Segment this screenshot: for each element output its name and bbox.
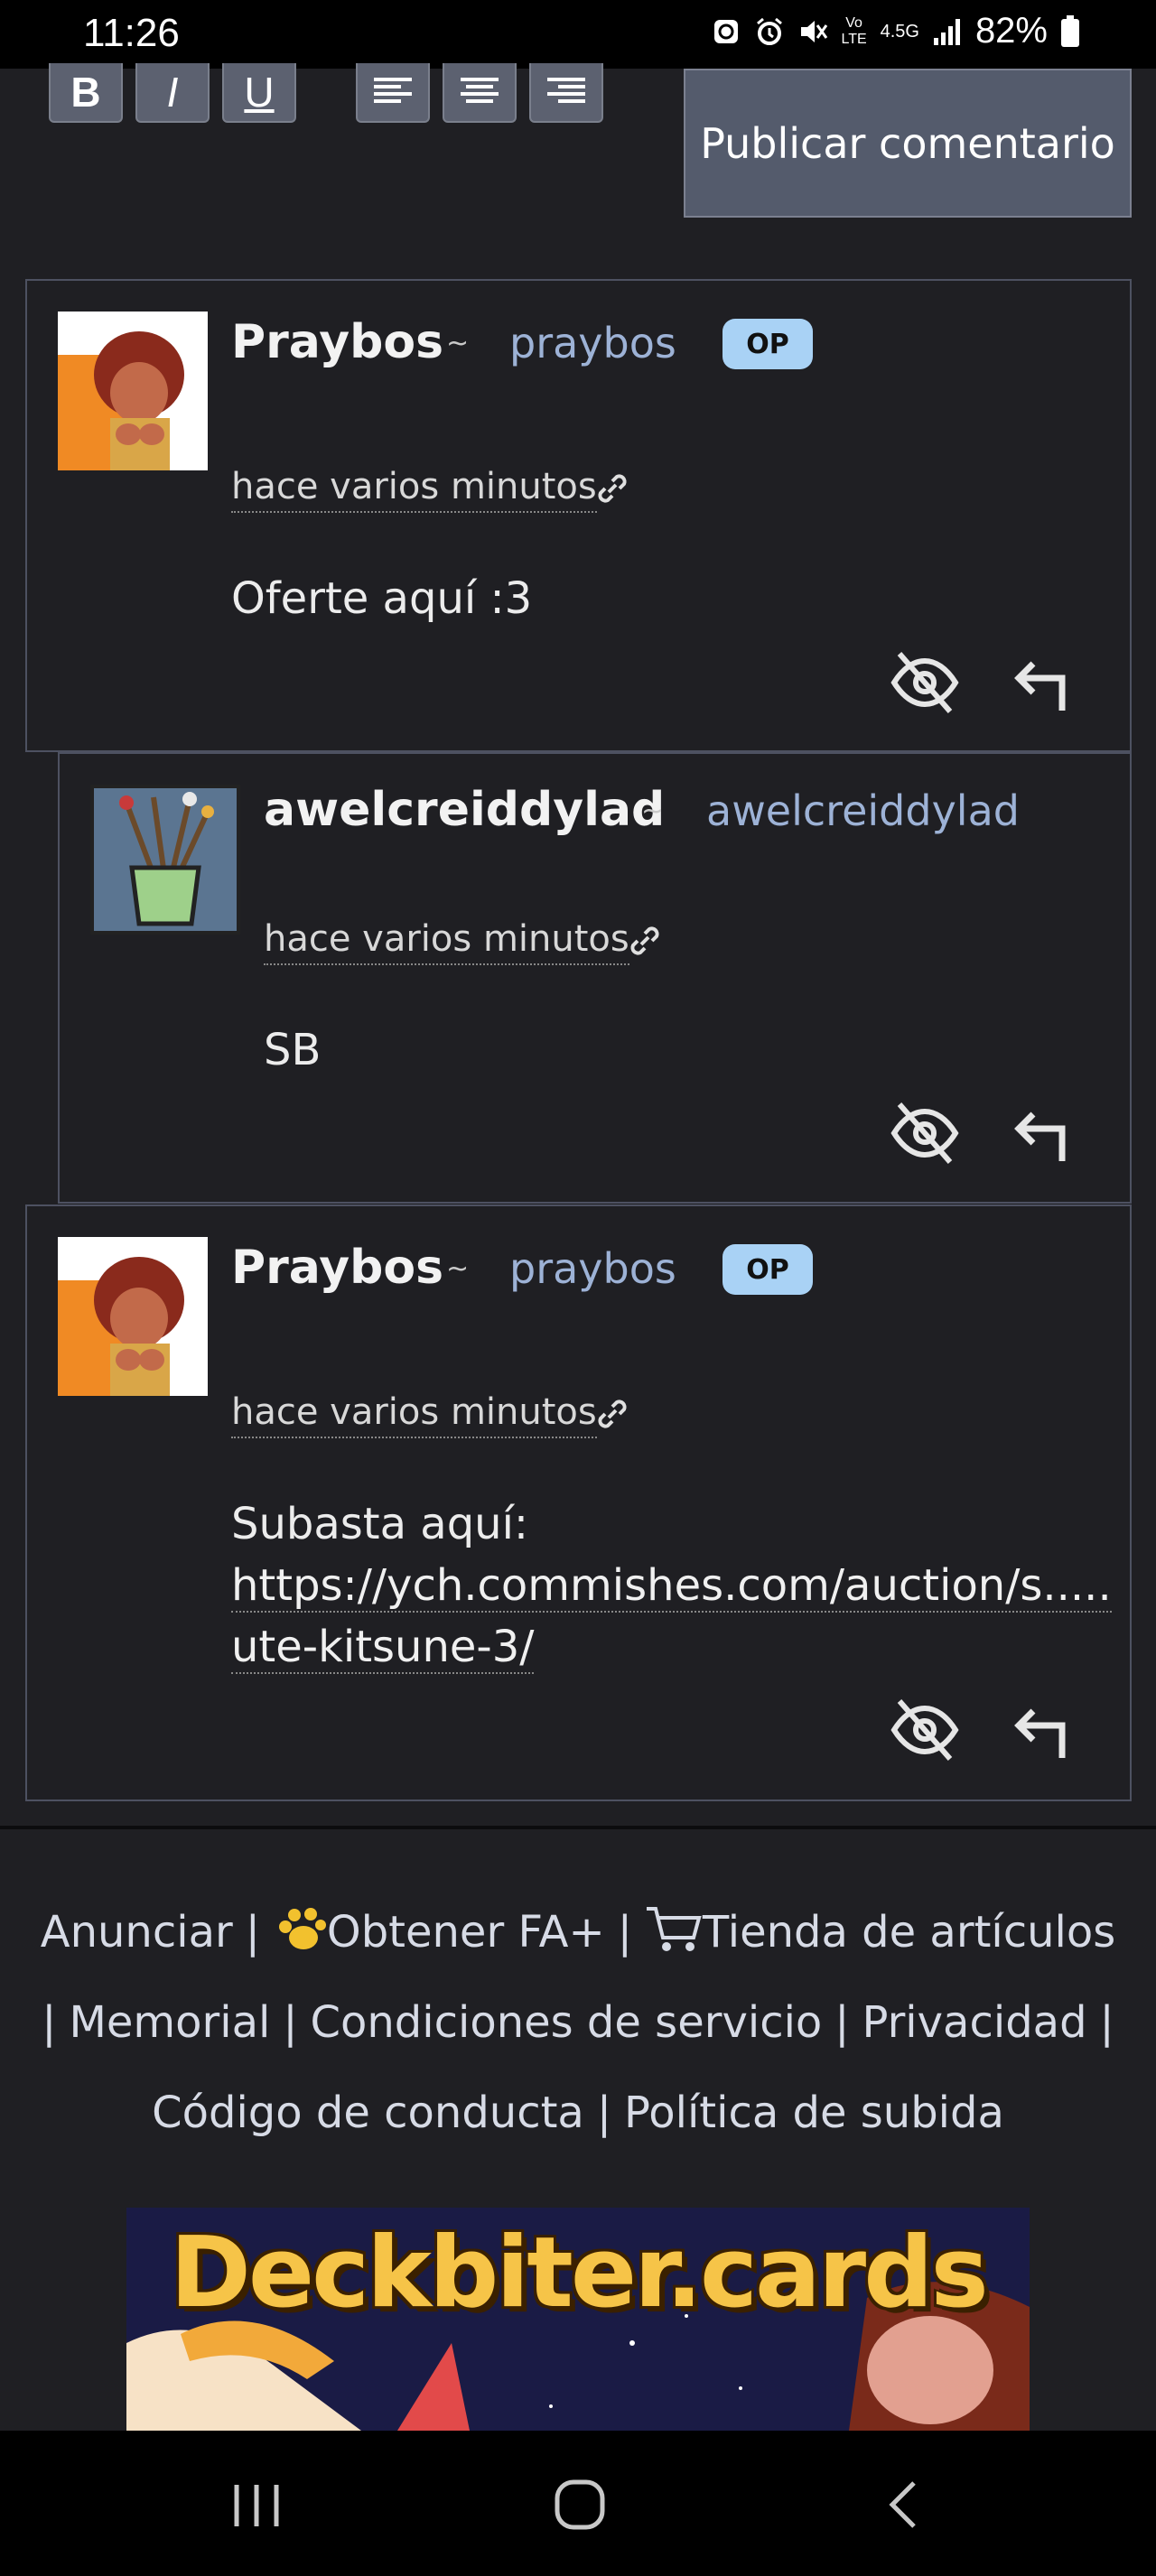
link-separator: | bbox=[834, 1997, 850, 2048]
comment-card: Praybos ~ praybos OP hace varios minutos… bbox=[25, 279, 1132, 752]
terms-link[interactable]: Condiciones de servicio bbox=[311, 1997, 823, 2048]
upload-policy-link[interactable]: Política de subida bbox=[624, 2088, 1004, 2138]
comment-body: SB bbox=[264, 1025, 322, 1075]
tilde-separator: ~ bbox=[446, 1253, 470, 1285]
avatar[interactable] bbox=[58, 1237, 208, 1396]
clock: 11:26 bbox=[83, 11, 180, 55]
align-center-button[interactable] bbox=[443, 63, 517, 123]
op-badge: OP bbox=[722, 1244, 813, 1295]
shop-link[interactable]: Tienda de artículos bbox=[703, 1907, 1115, 1958]
tilde-separator: ~ bbox=[641, 795, 665, 827]
comment-body: Subasta aquí: https://ych.commishes.com/… bbox=[231, 1493, 1116, 1678]
hide-comment-icon[interactable] bbox=[889, 1694, 961, 1766]
battery-icon bbox=[1061, 14, 1079, 47]
comment-timestamp[interactable]: hace varios minutos bbox=[231, 466, 597, 513]
permalink-icon[interactable] bbox=[592, 469, 632, 508]
banner-title: Deckbiter.cards bbox=[170, 2217, 989, 2330]
auction-link[interactable]: https://ych.commishes.com/auction/s..... bbox=[231, 1560, 1112, 1613]
recent-apps-icon[interactable] bbox=[231, 2481, 282, 2530]
mute-icon bbox=[800, 20, 827, 42]
underline-button[interactable]: U bbox=[222, 63, 296, 123]
cart-icon bbox=[646, 1907, 702, 1951]
battery-percent: 82% bbox=[974, 11, 1048, 51]
permalink-icon[interactable] bbox=[625, 921, 665, 961]
hide-comment-icon[interactable] bbox=[889, 646, 961, 719]
link-separator: | bbox=[1099, 1997, 1114, 2048]
link-separator: | bbox=[596, 2088, 612, 2138]
back-icon[interactable] bbox=[885, 2479, 921, 2530]
reply-icon[interactable] bbox=[1010, 651, 1073, 714]
volte-indicator: Vo LTE bbox=[841, 14, 867, 47]
privacy-link[interactable]: Privacidad bbox=[862, 1997, 1086, 2048]
align-center-icon bbox=[461, 78, 499, 103]
status-icons: Vo LTE 4.5G 82% bbox=[711, 11, 1080, 51]
footer-links: Anunciar | Obtener FA+ | Tienda de artículos… bbox=[0, 1887, 1156, 2158]
signal-icon bbox=[933, 18, 960, 45]
tilde-separator: ~ bbox=[446, 328, 470, 359]
alarm-icon bbox=[756, 17, 782, 45]
comment-card: Praybos ~ praybos OP hace varios minutos… bbox=[25, 1204, 1132, 1801]
avatar[interactable] bbox=[90, 785, 240, 944]
auction-link-continued[interactable]: ute-kitsune-3/ bbox=[231, 1622, 535, 1674]
user-handle[interactable]: praybos bbox=[509, 1244, 676, 1293]
ad-banner[interactable]: Deckbiter.cards bbox=[126, 2208, 1030, 2431]
link-separator: | bbox=[42, 1997, 57, 2048]
user-handle[interactable]: awelcreiddylad bbox=[706, 786, 1020, 835]
comment-timestamp[interactable]: hace varios minutos bbox=[231, 1391, 597, 1438]
align-right-button[interactable] bbox=[529, 63, 603, 123]
link-separator: | bbox=[617, 1907, 632, 1958]
align-left-button[interactable] bbox=[356, 63, 430, 123]
username[interactable]: Praybos bbox=[231, 1241, 443, 1295]
link-separator: | bbox=[283, 1997, 298, 2048]
permalink-icon[interactable] bbox=[592, 1394, 632, 1434]
conduct-link[interactable]: Código de conducta bbox=[152, 2088, 584, 2138]
align-left-icon bbox=[374, 78, 412, 103]
comment-body: Oferte aquí :3 bbox=[231, 573, 533, 624]
hide-comment-icon[interactable] bbox=[889, 1097, 961, 1169]
footer-divider bbox=[0, 1826, 1156, 1829]
advertise-link[interactable]: Anunciar bbox=[41, 1907, 233, 1958]
username[interactable]: awelcreiddylad bbox=[264, 783, 665, 837]
reply-icon[interactable] bbox=[1010, 1698, 1073, 1762]
home-icon[interactable] bbox=[553, 2478, 607, 2532]
memorial-link[interactable]: Memorial bbox=[69, 1997, 270, 2048]
reply-icon[interactable] bbox=[1010, 1102, 1073, 1165]
link-separator: | bbox=[245, 1907, 260, 1958]
post-comment-button[interactable]: Publicar comentario bbox=[684, 69, 1132, 218]
fa-plus-link[interactable]: Obtener FA+ bbox=[327, 1907, 605, 1958]
status-bar: 11:26 Vo LTE 4.5G 82% bbox=[0, 0, 1156, 69]
system-nav-bar bbox=[0, 2431, 1156, 2576]
italic-button[interactable]: I bbox=[135, 63, 210, 123]
body-text: Subasta aquí: bbox=[231, 1499, 529, 1549]
user-handle[interactable]: praybos bbox=[509, 319, 676, 367]
network-type: 4.5G bbox=[880, 21, 919, 42]
align-right-icon bbox=[547, 78, 585, 103]
paw-icon bbox=[278, 1908, 326, 1949]
bold-button[interactable]: B bbox=[49, 63, 123, 123]
comment-card: awelcreiddylad ~ awelcreiddylad hace var… bbox=[58, 752, 1132, 1204]
comment-timestamp[interactable]: hace varios minutos bbox=[264, 918, 629, 965]
avatar[interactable] bbox=[58, 312, 208, 470]
username[interactable]: Praybos bbox=[231, 315, 443, 369]
op-badge: OP bbox=[722, 319, 813, 369]
recycle-notification-icon bbox=[713, 19, 738, 43]
